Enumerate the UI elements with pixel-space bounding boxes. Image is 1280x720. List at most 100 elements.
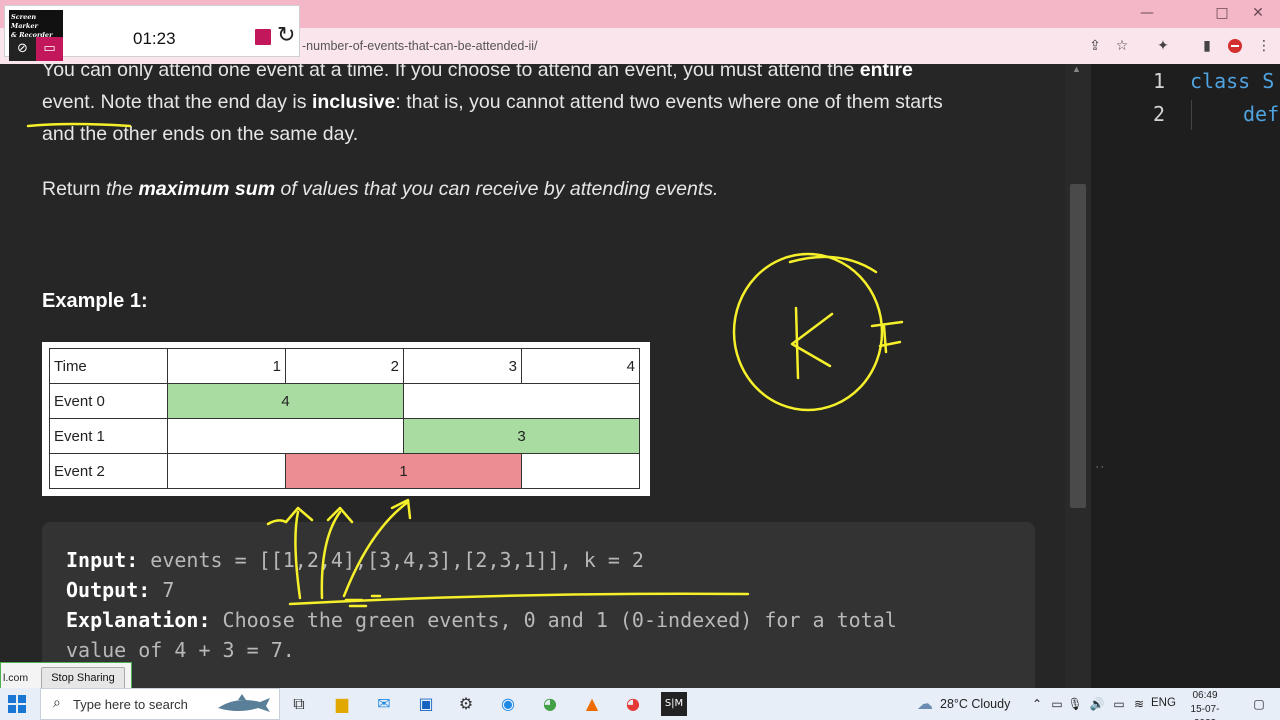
windows-start-icon[interactable] xyxy=(8,695,26,713)
empty-cell xyxy=(521,453,640,489)
language-indicator[interactable]: ENG xyxy=(1151,697,1176,709)
text-span: You can only attend one event at a time.… xyxy=(42,64,860,81)
recorder-widget: Screen Marker & Recorder ⊘ ▭ 01:23 ↻ xyxy=(4,5,300,61)
search-placeholder: Type here to search xyxy=(73,697,188,712)
table-row: Event 0 4 xyxy=(49,383,640,419)
event-timeline-image: Time 1 2 3 4 Event 0 4 Event 1 3 Event 2… xyxy=(42,342,650,496)
search-icon: ⌕ xyxy=(53,695,61,711)
event-label: Event 0 xyxy=(49,383,168,419)
screen: — □ ✕ -number-of-events-that-can-be-atte… xyxy=(0,0,1280,720)
example-input: Input: events = [[1,2,4],[3,4,3],[2,3,1]… xyxy=(66,548,644,572)
hide-eye-icon[interactable]: ⊘ xyxy=(9,37,36,61)
problem-description-panel: You can only attend one event at a time.… xyxy=(0,64,1065,688)
table-header-time: Time xyxy=(49,348,168,384)
event-label: Event 2 xyxy=(49,453,168,489)
vlc-icon[interactable]: ▲ xyxy=(579,692,605,716)
settings-gear-icon[interactable]: ⚙ xyxy=(453,692,479,716)
empty-cell xyxy=(167,453,286,489)
output-value: 7 xyxy=(150,578,175,602)
url-text[interactable]: -number-of-events-that-can-be-attended-i… xyxy=(302,39,538,53)
chrome-icon[interactable]: ◕ xyxy=(537,692,563,716)
description-line-3: and the other ends on the same day. xyxy=(42,123,359,145)
start-tile xyxy=(8,695,16,703)
italic-the: the xyxy=(105,178,139,200)
example-code-block: Input: events = [[1,2,4],[3,4,3],[2,3,1]… xyxy=(42,522,1035,688)
table-header-day: 1 xyxy=(167,348,286,384)
event-label: Event 1 xyxy=(49,418,168,454)
text-span: Return xyxy=(42,178,106,200)
extensions-icon[interactable]: ✦ xyxy=(1153,36,1173,56)
weather-cloud-icon: ☁ xyxy=(917,694,933,713)
table-header-day: 2 xyxy=(285,348,404,384)
scroll-up-arrow-icon[interactable]: ▲ xyxy=(1072,64,1081,74)
windows-taskbar: ⌕ Type here to search ⧉ ▆ ✉ ▣ ⚙ ◉ ◕ ▲ ◕ … xyxy=(0,688,1280,720)
description-line-2: event. Note that the end day is inclusiv… xyxy=(42,86,943,118)
notification-icon[interactable]: ▢ xyxy=(1246,692,1272,716)
chrome-profile-icon[interactable]: ◕ xyxy=(620,692,646,716)
edge-browser-icon[interactable]: ◉ xyxy=(495,692,521,716)
text-span: : that is, you cannot attend two events … xyxy=(395,91,943,113)
bold-entire: entire xyxy=(859,64,913,81)
monitor-icon[interactable]: ▭ xyxy=(36,37,63,61)
return-statement: Return the maximum sum of values that yo… xyxy=(42,173,718,205)
italic-rest: of values that you can receive by attend… xyxy=(275,178,719,200)
close-button[interactable]: ✕ xyxy=(1243,4,1273,22)
explanation-value: Choose the green events, 0 and 1 (0-inde… xyxy=(210,608,897,632)
table-header-day: 3 xyxy=(403,348,522,384)
table-row: Event 2 1 xyxy=(49,453,640,489)
code-editor[interactable]: 1 2 class S def xyxy=(1105,64,1280,688)
event-bar-red: 1 xyxy=(285,453,522,489)
text-span: event. Note that the end day is xyxy=(42,91,312,113)
bold-inclusive: inclusive xyxy=(311,91,396,113)
task-view-icon[interactable]: ⧉ xyxy=(286,692,312,716)
store-icon[interactable]: ▣ xyxy=(413,692,439,716)
start-tile xyxy=(18,705,26,713)
start-tile xyxy=(8,705,16,713)
mail-icon[interactable]: ✉ xyxy=(371,692,397,716)
line-number: 1 xyxy=(1153,69,1166,93)
table-header-day: 4 xyxy=(521,348,640,384)
empty-cell xyxy=(167,418,404,454)
recording-timer: 01:23 xyxy=(133,29,176,48)
menu-icon[interactable]: ⋮ xyxy=(1254,36,1274,56)
screen-marker-app-icon[interactable]: S|M xyxy=(661,692,687,716)
input-label: Input: xyxy=(66,548,139,572)
stop-recording-button[interactable] xyxy=(255,29,271,45)
table-row: Event 1 3 xyxy=(49,418,640,454)
scrollbar-thumb[interactable] xyxy=(1070,184,1086,508)
panel-resize-handle[interactable] xyxy=(1091,64,1105,688)
bold-maximum-sum: maximum sum xyxy=(138,178,276,200)
minimize-button[interactable]: — xyxy=(1132,4,1162,22)
taskbar-clock[interactable]: 06:49 15-07-2023 xyxy=(1180,689,1230,720)
event-bar-green: 4 xyxy=(167,383,404,419)
input-value: events = [[1,2,4],[3,4,3],[2,3,1]], k = … xyxy=(138,548,644,572)
example-explanation-line-2: value of 4 + 3 = 7. xyxy=(66,638,295,662)
example-explanation: Explanation: Choose the green events, 0 … xyxy=(66,608,897,632)
code-line-2[interactable]: def xyxy=(1243,102,1279,126)
description-line-1: You can only attend one event at a time.… xyxy=(42,64,913,86)
sidebar-icon[interactable]: ▮ xyxy=(1197,36,1217,56)
recorder-logo: Screen Marker & Recorder xyxy=(9,10,63,39)
example-output: Output: 7 xyxy=(66,578,174,602)
event-table: Time 1 2 3 4 Event 0 4 Event 1 3 Event 2… xyxy=(49,348,640,489)
shark-illustration-icon xyxy=(216,692,272,716)
output-label: Output: xyxy=(66,578,151,602)
profile-icon[interactable] xyxy=(1225,36,1245,56)
clock-date: 15-07-2023 xyxy=(1190,704,1220,720)
line-number: 2 xyxy=(1153,102,1166,126)
file-explorer-icon[interactable]: ▆ xyxy=(329,692,355,716)
star-icon[interactable]: ☆ xyxy=(1112,36,1132,56)
wifi-icon[interactable]: ≋ xyxy=(1126,692,1152,716)
share-icon[interactable]: ⇪ xyxy=(1085,36,1105,56)
clock-time: 06:49 xyxy=(1192,690,1218,701)
maximize-button[interactable]: □ xyxy=(1207,4,1237,22)
stop-sharing-button[interactable]: Stop Sharing xyxy=(41,667,125,689)
indent-guide xyxy=(1191,100,1192,130)
share-url-fragment: l.com xyxy=(3,672,29,684)
code-line-1[interactable]: class S xyxy=(1190,69,1274,93)
logo-line-1: Screen Marker xyxy=(11,13,38,30)
weather-text[interactable]: 28°C Cloudy xyxy=(940,697,1010,711)
explanation-label: Explanation: xyxy=(66,608,211,632)
description-scrollbar[interactable]: ▲ xyxy=(1065,64,1091,688)
restart-icon[interactable]: ↻ xyxy=(277,23,295,48)
